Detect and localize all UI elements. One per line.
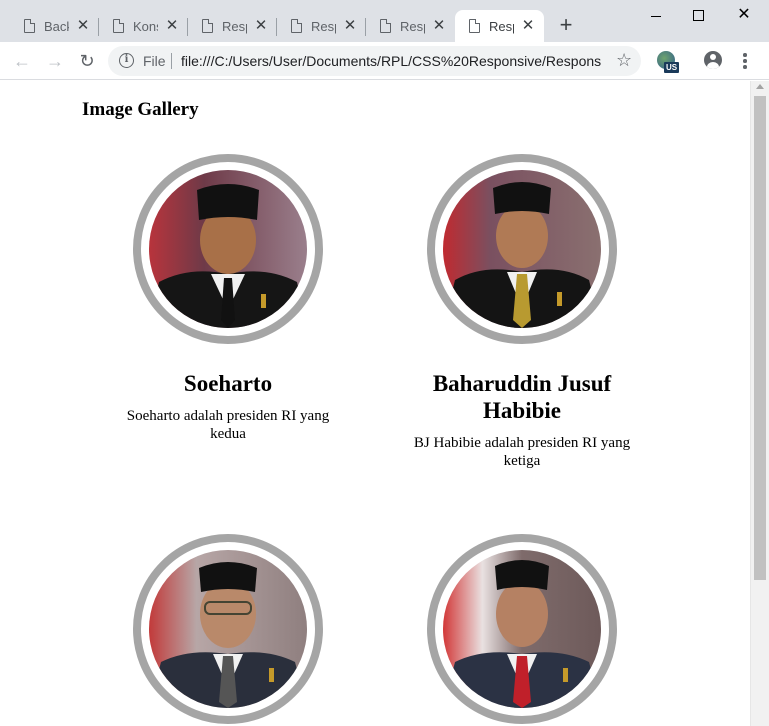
person-name: Baharuddin Jusuf Habibie	[432, 371, 612, 423]
close-tab-icon[interactable]: ✕	[342, 18, 358, 34]
bookmark-star-icon[interactable]: ☆	[616, 50, 632, 71]
portrait-image	[443, 550, 601, 708]
document-icon	[469, 18, 481, 33]
portrait-image	[149, 550, 307, 708]
gallery-card	[372, 534, 672, 726]
back-arrow-icon[interactable]: ←	[11, 50, 33, 72]
tab-title: Back	[44, 18, 69, 34]
tab-title: Resp	[311, 18, 336, 34]
scrollbar-thumb[interactable]	[754, 96, 766, 580]
gallery-card	[78, 534, 378, 726]
close-window-icon[interactable]: ✕	[729, 6, 759, 26]
portrait-frame	[427, 154, 617, 344]
portrait-frame	[427, 534, 617, 724]
portrait-frame	[133, 534, 323, 724]
document-icon	[291, 18, 303, 33]
close-tab-icon[interactable]: ✕	[75, 18, 91, 34]
kebab-menu-icon[interactable]	[738, 52, 752, 70]
tab-title: Resp	[222, 18, 247, 34]
tab-title: Resp	[489, 18, 514, 34]
tab-1[interactable]: Back ✕	[10, 10, 99, 42]
person-description: Soeharto adalah presiden RI yang kedua	[126, 408, 330, 442]
close-tab-icon[interactable]: ✕	[253, 18, 269, 34]
document-icon	[202, 18, 214, 33]
forward-arrow-icon[interactable]: →	[44, 50, 66, 72]
close-tab-icon[interactable]: ✕	[431, 18, 447, 34]
browser-toolbar: ← → ↻ i File file:///C:/Users/User/Docum…	[0, 42, 769, 80]
scroll-up-arrow-icon[interactable]	[756, 84, 764, 89]
tab-5[interactable]: Resp ✕	[366, 10, 455, 42]
tab-4[interactable]: Resp ✕	[277, 10, 366, 42]
profile-avatar-icon[interactable]	[704, 51, 722, 69]
omnibox-divider	[171, 53, 172, 69]
maximize-window-icon[interactable]	[683, 6, 713, 26]
tab-3[interactable]: Resp ✕	[188, 10, 277, 42]
tab-2[interactable]: Kons ✕	[99, 10, 188, 42]
person-name: Soeharto	[183, 371, 273, 396]
close-tab-icon[interactable]: ✕	[164, 18, 180, 34]
document-icon	[24, 18, 36, 33]
page-content: Image Gallery Soeharto Soeharto adalah p…	[0, 81, 750, 726]
person-description: BJ Habibie adalah presiden RI yang ketig…	[413, 435, 631, 469]
document-icon	[380, 18, 392, 33]
gallery-card: Soeharto Soeharto adalah presiden RI yan…	[78, 154, 378, 443]
minimize-window-icon[interactable]	[643, 6, 673, 26]
tab-title: Kons	[133, 18, 158, 34]
portrait-image	[149, 170, 307, 328]
extension-badge: US	[664, 62, 680, 73]
vertical-scrollbar[interactable]	[750, 81, 769, 726]
reload-icon[interactable]: ↻	[76, 50, 98, 72]
tab-title: Resp	[400, 18, 425, 34]
tab-6-active[interactable]: Resp ✕	[455, 10, 544, 42]
url-text[interactable]: file:///C:/Users/User/Documents/RPL/CSS%…	[181, 53, 601, 69]
scheme-label: File	[143, 53, 166, 69]
new-tab-plus-icon[interactable]: +	[556, 14, 576, 36]
address-bar[interactable]: i File file:///C:/Users/User/Documents/R…	[108, 46, 641, 76]
site-info-icon[interactable]: i	[119, 53, 134, 68]
portrait-image	[443, 170, 601, 328]
portrait-frame	[133, 154, 323, 344]
tab-strip: Back ✕ Kons ✕ Resp ✕ Resp ✕ Resp ✕ Resp …	[0, 0, 769, 42]
document-icon	[113, 18, 125, 33]
close-tab-icon[interactable]: ✕	[520, 18, 536, 34]
gallery-card: Baharuddin Jusuf Habibie BJ Habibie adal…	[372, 154, 672, 470]
page-title: Image Gallery	[82, 99, 199, 120]
